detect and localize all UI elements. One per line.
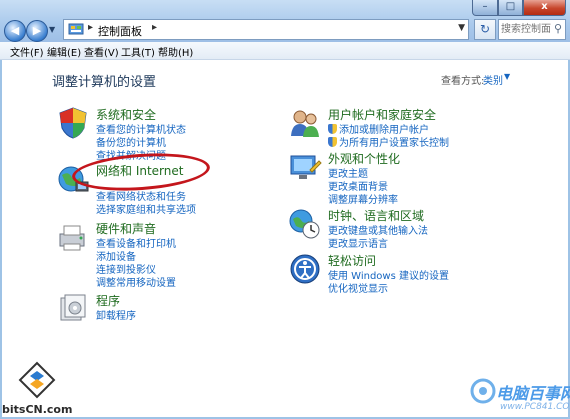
security-shield-icon[interactable] (56, 106, 90, 140)
control-panel-window: ◀ ▶ ▼ ▸ 控制面板 ▸ ▼ ↻ ⚲ – □ x 文件(F) 编辑(E) (0, 0, 570, 419)
link-display-language[interactable]: 更改显示语言 (328, 235, 388, 250)
view-by-dropdown-icon[interactable]: ▼ (504, 72, 510, 81)
view-by-label: 查看方式: (441, 76, 485, 87)
pc841-watermark-title: 电脑百事网 (496, 384, 570, 403)
navigation-bar: ◀ ▶ ▼ ▸ 控制面板 ▸ ▼ ↻ ⚲ – □ x (0, 0, 570, 42)
view-by-value[interactable]: 类别 (483, 72, 503, 87)
bitscn-logo-icon (18, 361, 56, 399)
breadcrumb-separator-2[interactable]: ▸ (152, 22, 157, 33)
recent-pages-dropdown[interactable]: ▼ (49, 25, 57, 35)
forward-arrow-icon: ▶ (32, 24, 42, 37)
link-parental-controls[interactable]: 为所有用户设置家长控制 (328, 134, 449, 149)
highlight-circle (70, 149, 212, 195)
breadcrumb-control-panel[interactable]: 控制面板 (98, 23, 142, 39)
link-optimize-display[interactable]: 优化视觉显示 (328, 280, 388, 295)
page-title: 调整计算机的设置 (52, 75, 157, 90)
clock-globe-icon[interactable] (288, 207, 322, 241)
search-box[interactable]: ⚲ (498, 19, 566, 40)
appearance-icon[interactable] (288, 150, 322, 184)
refresh-button[interactable]: ↻ (474, 19, 496, 40)
search-icon[interactable]: ⚲ (554, 22, 562, 35)
maximize-button[interactable]: □ (498, 0, 523, 16)
main-content: 调整计算机的设置 查看方式: 类别 ▼ 系统和安全 查看您的计算机状态 备份您的… (2, 60, 568, 417)
link-mobility-settings[interactable]: 调整常用移动设置 (96, 274, 176, 289)
user-accounts-icon[interactable] (288, 106, 322, 140)
minimize-button[interactable]: – (472, 0, 498, 16)
back-button[interactable]: ◀ (4, 20, 26, 42)
menu-view[interactable]: 查看(V) (84, 44, 119, 59)
pc841-logo-icon (470, 378, 496, 404)
uac-shield-icon (328, 137, 337, 147)
link-uninstall-program[interactable]: 卸载程序 (96, 307, 136, 322)
close-button[interactable]: x (523, 0, 566, 16)
link-homegroup-sharing[interactable]: 选择家庭组和共享选项 (96, 201, 196, 216)
forward-button[interactable]: ▶ (26, 20, 48, 42)
ease-of-access-icon[interactable] (288, 252, 322, 286)
link-screen-resolution[interactable]: 调整屏幕分辨率 (328, 191, 398, 206)
programs-icon[interactable] (56, 292, 90, 326)
back-arrow-icon: ◀ (10, 24, 20, 37)
pc841-watermark-url: www.PC841.COM (500, 402, 570, 412)
menu-tools[interactable]: 工具(T) (121, 44, 155, 59)
address-dropdown-icon[interactable]: ▼ (458, 23, 465, 33)
menu-edit[interactable]: 编辑(E) (47, 44, 81, 59)
breadcrumb-separator[interactable]: ▸ (88, 22, 93, 33)
menu-help[interactable]: 帮助(H) (158, 44, 193, 59)
caption-buttons: – □ x (472, 0, 566, 16)
uac-shield-icon (328, 124, 337, 134)
address-bar[interactable]: ▸ 控制面板 ▸ ▼ (63, 19, 469, 40)
control-panel-icon (68, 23, 84, 35)
link-text[interactable]: 为所有用户设置家长控制 (339, 138, 449, 149)
bitscn-watermark: bitsCN.com (2, 359, 82, 419)
menu-file[interactable]: 文件(F) (10, 44, 44, 59)
search-input[interactable] (501, 22, 551, 37)
pc841-watermark: 电脑百事网 www.PC841.COM (470, 374, 570, 419)
menu-bar: 文件(F) 编辑(E) 查看(V) 工具(T) 帮助(H) (0, 42, 570, 60)
bitscn-watermark-text: bitsCN.com (2, 403, 73, 416)
printer-icon[interactable] (56, 220, 90, 254)
